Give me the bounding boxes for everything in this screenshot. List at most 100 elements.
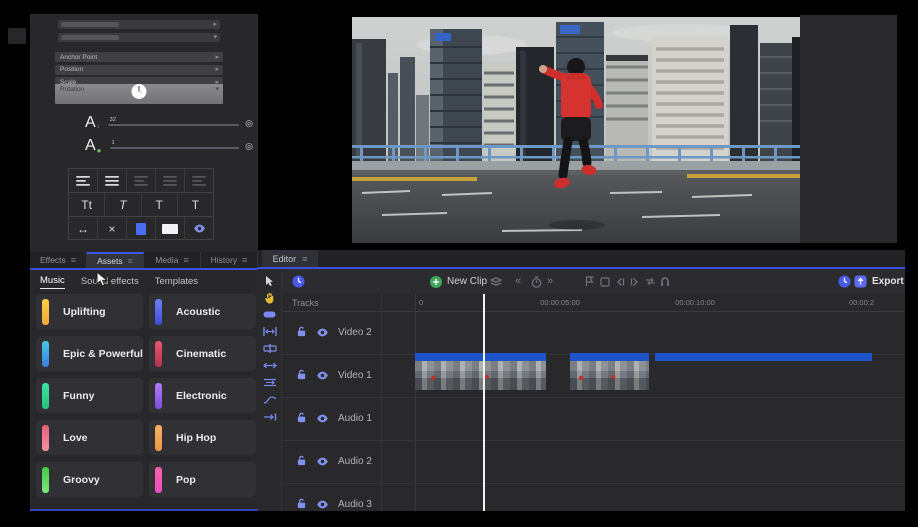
- property-row-anchor-point[interactable]: Anchor Point▸: [55, 52, 223, 62]
- music-category-card-groovy[interactable]: Groovy: [36, 462, 143, 497]
- eye-icon[interactable]: [316, 496, 329, 512]
- category-color-bar: [155, 341, 162, 367]
- panel-tab-label: Assets: [97, 256, 123, 266]
- keyframe-icon[interactable]: ◎: [245, 142, 253, 151]
- panel-tab-history[interactable]: History≡: [201, 252, 258, 268]
- ruler-tick: 00:00:2: [849, 298, 874, 307]
- slider-track[interactable]: [110, 147, 240, 149]
- collapsed-panel-chip[interactable]: [8, 28, 26, 44]
- lock-icon[interactable]: [296, 324, 307, 342]
- subtab-sound-effects[interactable]: Sound effects: [81, 276, 139, 289]
- category-label: Cinematic: [176, 348, 226, 360]
- parking-lot: [352, 175, 800, 243]
- magnet-icon[interactable]: [660, 269, 670, 294]
- close-icon[interactable]: ×: [98, 217, 127, 240]
- tool-razor[interactable]: [262, 308, 278, 321]
- clip-link-bar: [570, 353, 649, 361]
- render-clock-icon[interactable]: [838, 269, 851, 294]
- panel-tab-assets[interactable]: Assets ≡: [87, 252, 144, 268]
- timer-icon[interactable]: [531, 269, 542, 294]
- lock-icon[interactable]: [296, 410, 307, 428]
- music-category-card-love[interactable]: Love: [36, 420, 143, 455]
- tab-editor[interactable]: Editor ≡: [262, 250, 318, 267]
- align-justify-icon[interactable]: [98, 169, 127, 192]
- property-row-collapsed[interactable]: ▸: [58, 20, 220, 29]
- ruler-tick: 00:00:10:00: [675, 298, 715, 307]
- property-row-position[interactable]: Position▸: [55, 65, 223, 75]
- tool-curve[interactable]: [262, 393, 278, 406]
- subtab-templates[interactable]: Templates: [155, 276, 198, 289]
- width-arrows-icon[interactable]: ↔: [69, 217, 98, 240]
- align-left-icon[interactable]: [69, 169, 98, 192]
- eye-icon[interactable]: [316, 324, 329, 342]
- category-label: Pop: [176, 474, 196, 486]
- timecode-clock-icon[interactable]: [292, 269, 305, 294]
- slider-track[interactable]: [108, 124, 239, 126]
- layers-icon[interactable]: [490, 269, 502, 294]
- subtab-music[interactable]: Music: [40, 275, 65, 289]
- visibility-eye-icon[interactable]: [185, 217, 213, 240]
- text-style-button-1[interactable]: T: [105, 193, 141, 216]
- timeline-ruler[interactable]: Tracks 000:00:05:0000:00:10:0000:00:2: [282, 294, 905, 312]
- skip-back-icon[interactable]: «: [515, 269, 521, 294]
- tab-menu-icon[interactable]: ≡: [242, 255, 247, 265]
- music-category-card-hip-hop[interactable]: Hip Hop: [149, 420, 256, 455]
- text-style-button-3[interactable]: T: [178, 193, 213, 216]
- rotation-dial-icon[interactable]: [131, 83, 148, 105]
- align-left-dim-icon[interactable]: [127, 169, 156, 192]
- keyframe-icon[interactable]: ◎: [245, 119, 253, 128]
- playhead[interactable]: [483, 294, 485, 511]
- timeline-clip-1[interactable]: [415, 353, 546, 390]
- chevron-down-icon[interactable]: ▾: [213, 34, 217, 41]
- music-category-card-cinematic[interactable]: Cinematic: [149, 336, 256, 371]
- timeline-clip-2[interactable]: [570, 353, 649, 390]
- music-category-card-acoustic[interactable]: Acoustic: [149, 294, 256, 329]
- music-category-card-funny[interactable]: Funny: [36, 378, 143, 413]
- tab-menu-icon[interactable]: ≡: [71, 255, 76, 265]
- fill-color-blue-swatch[interactable]: [127, 217, 156, 240]
- eye-icon[interactable]: [316, 453, 329, 471]
- export-button[interactable]: Export: [854, 269, 904, 294]
- music-category-card-electronic[interactable]: Electronic: [149, 378, 256, 413]
- nudge-left-icon[interactable]: [615, 269, 625, 294]
- text-style-button-0[interactable]: Tt: [69, 193, 105, 216]
- box-icon[interactable]: [600, 269, 610, 294]
- tool-hand[interactable]: [262, 291, 278, 304]
- chevron-right-icon[interactable]: ▸: [215, 54, 219, 61]
- panel-tab-effects[interactable]: Effects≡: [30, 252, 87, 268]
- skip-forward-icon[interactable]: »: [547, 269, 553, 294]
- property-row-collapsed[interactable]: ▾: [58, 33, 220, 42]
- align-left-dim-icon[interactable]: [185, 169, 213, 192]
- panel-tab-media[interactable]: Media≡: [144, 252, 201, 268]
- panel-bottom-accent: [30, 509, 258, 511]
- music-category-card-pop[interactable]: Pop: [149, 462, 256, 497]
- tab-menu-icon[interactable]: ≡: [128, 256, 133, 266]
- chevron-right-icon[interactable]: ▸: [215, 66, 219, 73]
- marker-icon[interactable]: [585, 269, 594, 294]
- tool-ripple-trim[interactable]: [262, 325, 278, 338]
- chevron-right-icon[interactable]: ▸: [213, 21, 217, 28]
- tab-menu-icon[interactable]: ≡: [183, 255, 188, 265]
- tool-snap[interactable]: [262, 410, 278, 423]
- property-rotation-expanded[interactable]: Rotation▾: [55, 84, 223, 104]
- lock-icon[interactable]: [296, 453, 307, 471]
- music-category-card-epic-powerful[interactable]: Epic & Powerful: [36, 336, 143, 371]
- clip-properties-section: ▸▾ Anchor Point▸Position▸Scale▸Rotation▾…: [30, 14, 258, 247]
- eye-icon[interactable]: [316, 410, 329, 428]
- lock-icon[interactable]: [296, 496, 307, 512]
- tool-select[interactable]: [262, 274, 278, 287]
- music-category-card-uplifting[interactable]: Uplifting: [36, 294, 143, 329]
- slider-font-size[interactable]: 32: [108, 117, 239, 129]
- timeline-clip-3[interactable]: [655, 353, 872, 390]
- slider-stroke[interactable]: 1: [110, 140, 240, 152]
- chevron-down-icon[interactable]: ▾: [215, 86, 219, 93]
- nudge-right-icon[interactable]: [630, 269, 640, 294]
- new-clip-button[interactable]: New Clip: [430, 269, 487, 294]
- tab-menu-icon[interactable]: ≡: [302, 254, 307, 264]
- text-style-button-2[interactable]: T: [142, 193, 178, 216]
- swap-icon[interactable]: [645, 269, 656, 294]
- fill-color-white-swatch[interactable]: [156, 217, 185, 240]
- align-justify-dim-icon[interactable]: [156, 169, 185, 192]
- clip-thumbnail: [570, 361, 649, 390]
- track-row-video-2: Video 2: [282, 311, 905, 355]
